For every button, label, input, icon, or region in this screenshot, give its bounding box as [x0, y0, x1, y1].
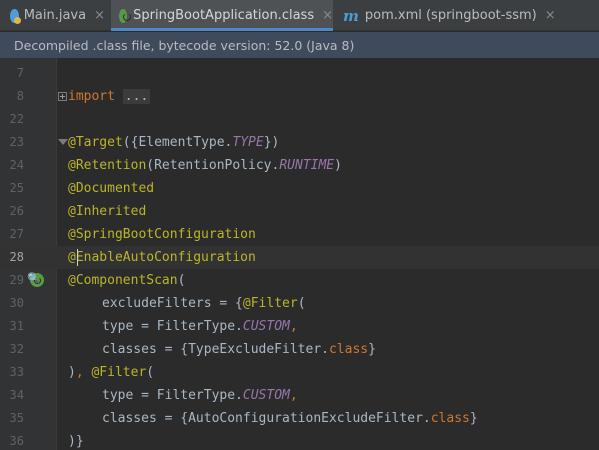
code-text: classes = {AutoConfigurationExcludeFilte…: [102, 411, 478, 426]
line-number: 35: [9, 411, 24, 425]
line-number: 24: [9, 158, 24, 172]
line-number: 34: [9, 388, 24, 402]
code-line-33[interactable]: 33 ), @Filter(: [0, 361, 599, 384]
code-editor[interactable]: 7 8 import ... 22 23 @Target({ElementTyp…: [0, 58, 599, 450]
line-number: 8: [16, 89, 24, 103]
line-number: 22: [9, 112, 24, 126]
close-icon[interactable]: ×: [545, 8, 556, 23]
code-line-31[interactable]: 31 type = FilterType.CUSTOM,: [0, 315, 599, 338]
banner-text: Decompiled .class file, bytecode version…: [14, 37, 355, 53]
close-icon[interactable]: ×: [322, 8, 333, 23]
code-line-23[interactable]: 23 @Target({ElementType.TYPE}): [0, 131, 599, 154]
code-line-27[interactable]: 27 @SpringBootConfiguration: [0, 223, 599, 246]
code-text: @Retention(RetentionPolicy.RUNTIME): [68, 158, 342, 173]
line-number: 30: [9, 296, 24, 310]
code-text: excludeFilters = {@Filter(: [102, 296, 306, 311]
code-text: import ...: [68, 89, 151, 104]
tab-springbootapplication-class[interactable]: SpringBootApplication.class ×: [111, 0, 333, 31]
code-line-36[interactable]: 36 )}: [0, 430, 599, 450]
code-line-8[interactable]: 8 import ...: [0, 85, 599, 108]
java-class-icon: [10, 8, 21, 24]
close-icon[interactable]: ×: [94, 8, 105, 23]
tab-label: pom.xml (springboot-ssm): [364, 8, 537, 23]
decompiled-notice-banner: Decompiled .class file, bytecode version…: [0, 32, 599, 58]
line-number: 36: [9, 434, 24, 448]
text-caret: [77, 249, 78, 266]
code-text: @Target({ElementType.TYPE}): [68, 135, 280, 150]
code-text: type = FilterType.CUSTOM,: [102, 388, 298, 403]
spring-icon: [119, 8, 132, 23]
tab-pom-xml[interactable]: m pom.xml (springboot-ssm) ×: [343, 0, 556, 31]
maven-icon: m: [343, 6, 359, 25]
code-text: @SpringBootConfiguration: [68, 227, 256, 242]
code-line-35[interactable]: 35 classes = {AutoConfigurationExcludeFi…: [0, 407, 599, 430]
code-line-7[interactable]: 7: [0, 62, 599, 85]
line-number: 25: [9, 181, 24, 195]
line-number: 31: [9, 319, 24, 333]
fold-collapse-icon[interactable]: [58, 139, 68, 145]
code-text: @EnableAutoConfiguration: [68, 250, 256, 265]
line-number: 32: [9, 342, 24, 356]
code-text: @Inherited: [68, 204, 147, 219]
line-number: 27: [9, 227, 24, 241]
line-number: 23: [9, 135, 24, 149]
line-number: 29: [9, 273, 24, 287]
tab-label: SpringBootApplication.class: [133, 8, 315, 23]
code-line-32[interactable]: 32 classes = {TypeExcludeFilter.class}: [0, 338, 599, 361]
editor-tab-bar: Main.java × SpringBootApplication.class …: [0, 0, 599, 31]
code-line-22[interactable]: 22: [0, 108, 599, 131]
code-line-29[interactable]: 29 🔍 @ComponentScan(: [0, 269, 599, 292]
line-number: 33: [9, 365, 24, 379]
tab-main-java[interactable]: Main.java ×: [10, 0, 105, 31]
code-line-24[interactable]: 24 @Retention(RetentionPolicy.RUNTIME): [0, 154, 599, 177]
line-number: 7: [16, 66, 24, 80]
code-text: @ComponentScan(: [68, 273, 186, 288]
fold-expand-icon[interactable]: [58, 92, 67, 101]
code-text: ), @Filter(: [68, 365, 155, 380]
code-text: @Documented: [68, 181, 155, 196]
code-text: classes = {TypeExcludeFilter.class}: [102, 342, 376, 357]
code-line-26[interactable]: 26 @Inherited: [0, 200, 599, 223]
folded-imports[interactable]: ...: [122, 89, 151, 104]
find-usages-icon[interactable]: 🔍: [27, 272, 41, 285]
code-line-28-current[interactable]: 28 @EnableAutoConfiguration: [0, 246, 599, 269]
code-line-30[interactable]: 30 excludeFilters = {@Filter(: [0, 292, 599, 315]
code-line-34[interactable]: 34 type = FilterType.CUSTOM,: [0, 384, 599, 407]
line-number: 26: [9, 204, 24, 218]
code-line-25[interactable]: 25 @Documented: [0, 177, 599, 200]
line-number: 28: [9, 250, 24, 264]
code-text: )}: [68, 434, 84, 449]
tab-label: Main.java: [23, 8, 87, 23]
code-text: type = FilterType.CUSTOM,: [102, 319, 298, 334]
